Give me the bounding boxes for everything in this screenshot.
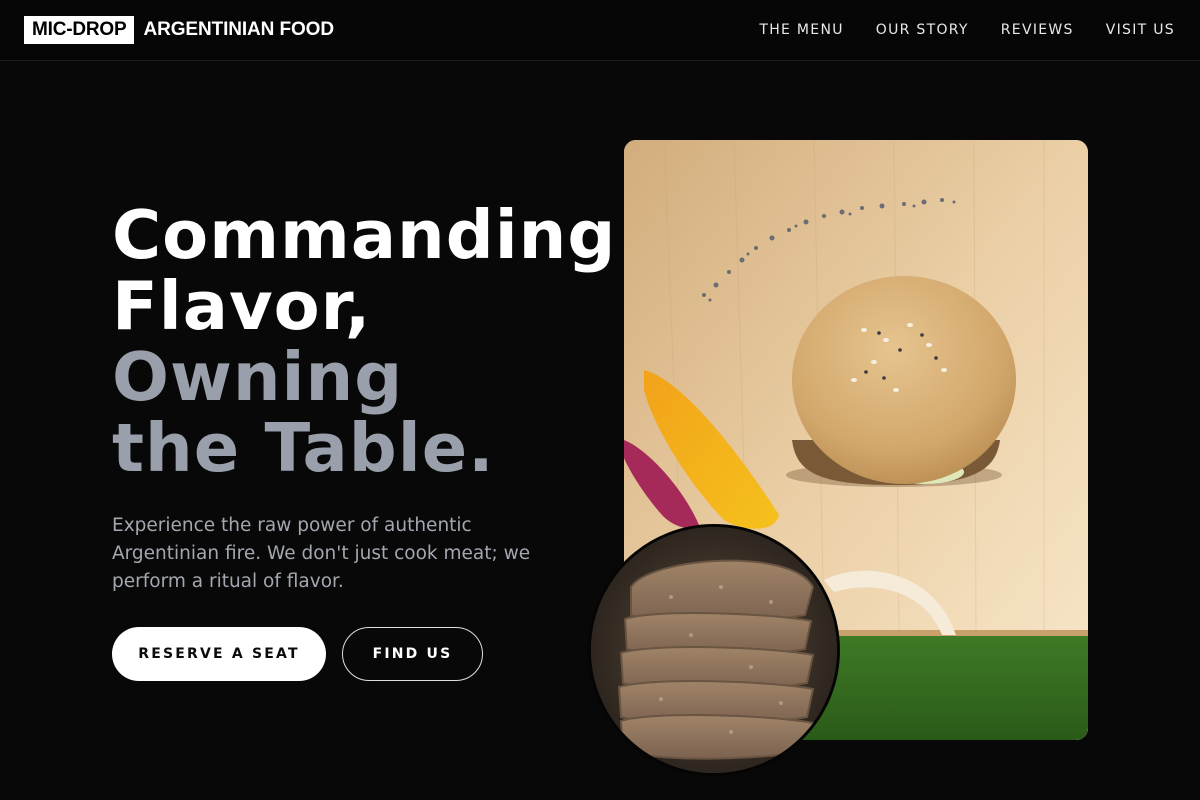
headline-line-4: the Table.	[112, 409, 495, 487]
hero-headline: Commanding Flavor, Owning the Table.	[112, 200, 672, 484]
nav-link-our-story[interactable]: OUR STORY	[876, 21, 969, 39]
brand-name: ARGENTINIAN FOOD	[143, 19, 334, 40]
nav-link-visit-us[interactable]: VISIT US	[1106, 21, 1175, 39]
reserve-seat-button[interactable]: RESERVE A SEAT	[112, 627, 326, 681]
nav-link-menu[interactable]: THE MENU	[759, 21, 843, 39]
hero-description: Experience the raw power of authentic Ar…	[112, 515, 531, 592]
headline-line-1: Commanding	[112, 196, 617, 274]
bread-inset-image	[588, 524, 840, 776]
headline-line-3: Owning	[112, 338, 404, 416]
find-us-button[interactable]: FIND US	[342, 627, 483, 681]
nav-links: THE MENU OUR STORY REVIEWS VISIT US	[727, 21, 1175, 39]
brand-logo[interactable]: MIC-DROP ARGENTINIAN FOOD	[24, 16, 334, 44]
headline-line-2: Flavor,	[112, 267, 372, 345]
nav-link-reviews[interactable]: REVIEWS	[1001, 21, 1074, 39]
top-nav: MIC-DROP ARGENTINIAN FOOD THE MENU OUR S…	[0, 0, 1200, 61]
bread-illustration	[591, 527, 837, 773]
brand-tag: MIC-DROP	[24, 16, 135, 44]
